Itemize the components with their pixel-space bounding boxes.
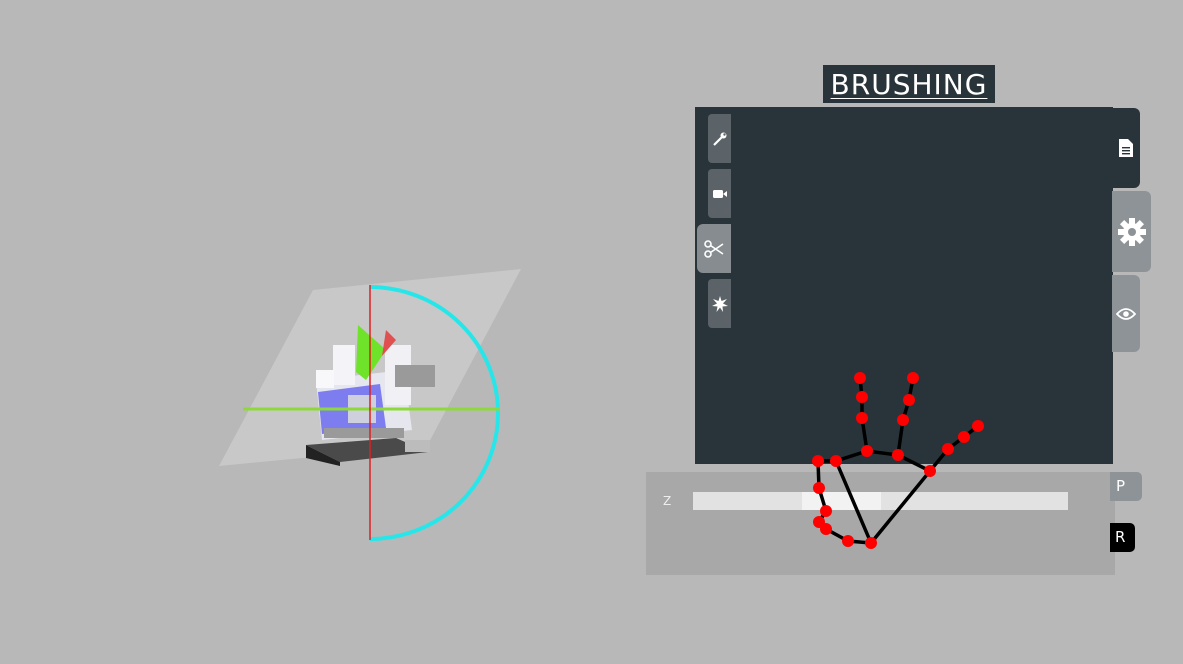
wrench-icon xyxy=(712,132,726,146)
camera-icon xyxy=(712,189,727,198)
scissors-icon xyxy=(704,239,724,258)
side-tab-view[interactable] xyxy=(1112,275,1140,352)
tool-wrench-button[interactable] xyxy=(708,114,731,163)
z-slider-label: Z xyxy=(663,494,672,508)
side-tab-document[interactable] xyxy=(1112,108,1140,188)
tool-explode-button[interactable] xyxy=(708,279,731,328)
z-slider-thumb[interactable] xyxy=(802,492,881,510)
z-slider-panel xyxy=(646,472,1115,575)
explode-icon xyxy=(711,295,728,312)
p-button[interactable]: P xyxy=(1110,472,1142,501)
mode-title: BRUSHING xyxy=(823,65,995,103)
brushing-panel xyxy=(695,107,1113,464)
viewport-3d[interactable]: BRUSHING Z P R xyxy=(0,0,1183,664)
document-icon xyxy=(1119,139,1133,157)
r-button[interactable]: R xyxy=(1110,523,1135,552)
side-tab-settings[interactable] xyxy=(1112,191,1151,272)
tool-camera-button[interactable] xyxy=(708,169,731,218)
tool-scissors-button[interactable] xyxy=(697,224,731,273)
eye-icon xyxy=(1116,307,1136,320)
gear-icon xyxy=(1117,217,1146,246)
